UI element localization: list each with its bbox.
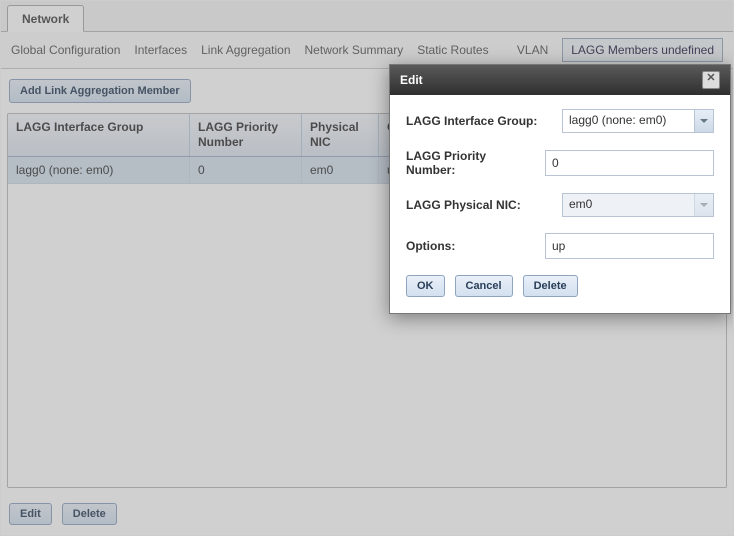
field-row-nic: LAGG Physical NIC: em0 [406,193,714,217]
field-row-priority: LAGG Priority Number: [406,149,714,177]
lagg-priority-input[interactable] [545,150,714,176]
lagg-physical-nic-select[interactable]: em0 [562,193,714,217]
close-icon[interactable]: ✕ [702,71,720,89]
cell-nic: em0 [302,157,379,183]
dialog-body: LAGG Interface Group: lagg0 (none: em0) … [390,95,730,313]
grid-footer-actions: Edit Delete [9,503,117,525]
field-row-group: LAGG Interface Group: lagg0 (none: em0) [406,109,714,133]
edit-button[interactable]: Edit [9,503,52,525]
tab-network[interactable]: Network [7,5,84,32]
subnav-lagg-members[interactable]: LAGG Members undefined [562,38,723,62]
add-lagg-member-button[interactable]: Add Link Aggregation Member [9,79,191,103]
ok-button[interactable]: OK [406,275,445,297]
dialog-titlebar[interactable]: Edit ✕ [390,65,730,95]
subnav-interfaces[interactable]: Interfaces [134,43,187,57]
label-lagg-interface-group: LAGG Interface Group: [406,114,554,128]
subnav-static-routes[interactable]: Static Routes [417,43,488,57]
field-row-options: Options: [406,233,714,259]
col-header-group[interactable]: LAGG Interface Group [8,114,190,156]
edit-dialog: Edit ✕ LAGG Interface Group: lagg0 (none… [389,64,731,314]
delete-button[interactable]: Delete [62,503,117,525]
options-input[interactable] [545,233,714,259]
cell-group: lagg0 (none: em0) [8,157,190,183]
chevron-down-icon [694,194,713,216]
subnav-global-configuration[interactable]: Global Configuration [11,43,120,57]
col-header-priority[interactable]: LAGG Priority Number [190,114,302,156]
col-header-nic[interactable]: Physical NIC [302,114,379,156]
lagg-interface-group-value: lagg0 (none: em0) [563,110,694,132]
dialog-title-text: Edit [400,73,423,87]
subnav-link-aggregation[interactable]: Link Aggregation [201,43,290,57]
lagg-physical-nic-value: em0 [563,194,694,216]
app-window: Network Global Configuration Interfaces … [0,0,734,536]
label-options: Options: [406,239,537,253]
subnav-network-summary[interactable]: Network Summary [305,43,404,57]
cancel-button[interactable]: Cancel [455,275,513,297]
top-tab-strip: Network [1,1,733,32]
lagg-interface-group-select[interactable]: lagg0 (none: em0) [562,109,714,133]
chevron-down-icon[interactable] [694,110,713,132]
dialog-actions: OK Cancel Delete [406,275,714,297]
label-lagg-priority: LAGG Priority Number: [406,149,537,177]
dialog-delete-button[interactable]: Delete [523,275,578,297]
subnav-vlan[interactable]: VLAN [517,43,548,57]
cell-priority: 0 [190,157,302,183]
label-lagg-physical-nic: LAGG Physical NIC: [406,198,554,212]
